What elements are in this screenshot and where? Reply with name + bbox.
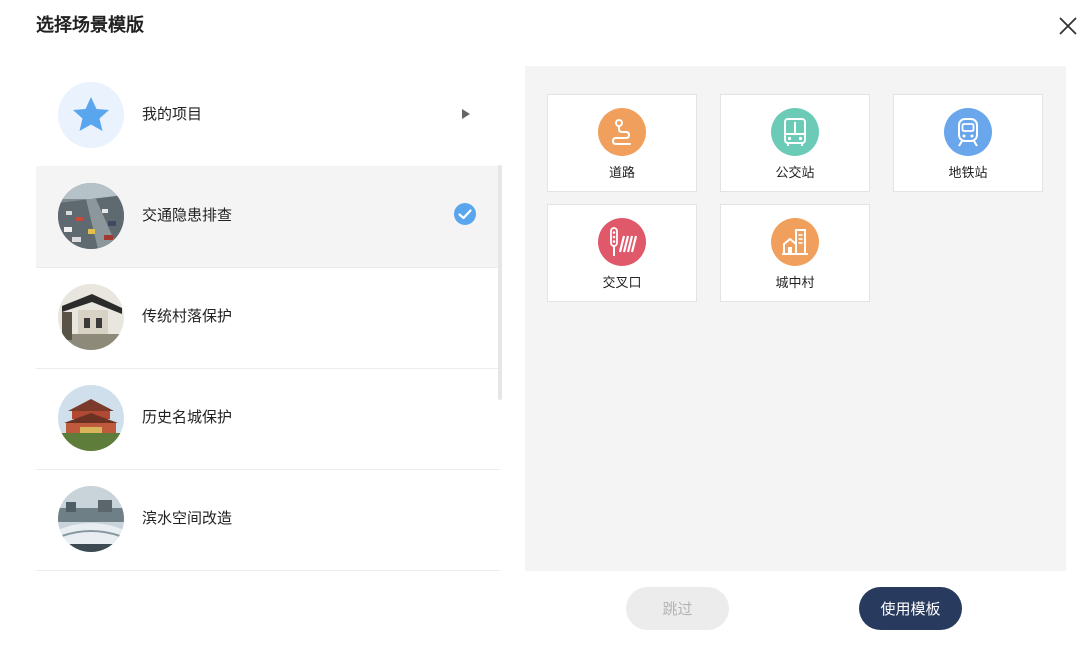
template-card-label: 道路	[608, 166, 635, 181]
village-photo	[58, 284, 124, 350]
scene-item-label: 滨水空间改造	[142, 509, 233, 527]
skip-button[interactable]: 跳过	[626, 587, 729, 630]
scene-item-my-projects[interactable]: 我的项目	[36, 65, 500, 167]
template-card-label: 公交站	[775, 166, 815, 181]
template-card-bus-stop[interactable]: 公交站	[720, 94, 870, 192]
scene-item-traffic[interactable]: 交通隐患排查	[36, 166, 500, 268]
metro-icon	[944, 108, 992, 156]
traffic-photo	[58, 183, 124, 249]
template-panel: 道路 公交站 地铁站 交叉口 城中村	[525, 66, 1066, 571]
template-card-label: 城中村	[775, 276, 815, 291]
scene-item-label: 交通隐患排查	[142, 206, 233, 224]
intersection-icon	[598, 218, 646, 266]
bus-icon	[771, 108, 819, 156]
template-card-intersection[interactable]: 交叉口	[547, 204, 697, 302]
historic-city-photo	[58, 385, 124, 451]
road-icon	[598, 108, 646, 156]
scene-list: 我的项目 交通隐患排查 传统村落保护 历史名城保护 滨水空间改造	[36, 65, 502, 572]
template-card-road[interactable]: 道路	[547, 94, 697, 192]
scene-item-label: 历史名城保护	[142, 408, 233, 426]
scene-item-historic-city[interactable]: 历史名城保护	[36, 368, 500, 470]
waterfront-photo	[58, 486, 124, 552]
star-icon	[58, 82, 124, 148]
close-icon[interactable]	[1056, 14, 1080, 38]
scene-item-village[interactable]: 传统村落保护	[36, 267, 500, 369]
template-card-metro-station[interactable]: 地铁站	[893, 94, 1043, 192]
scene-item-waterfront[interactable]: 滨水空间改造	[36, 469, 500, 571]
scene-item-label: 我的项目	[142, 105, 203, 123]
scene-item-label: 传统村落保护	[142, 307, 233, 325]
check-circle-icon	[454, 203, 476, 225]
template-card-urban-village[interactable]: 城中村	[720, 204, 870, 302]
template-card-label: 交叉口	[602, 276, 642, 291]
template-card-label: 地铁站	[948, 166, 988, 181]
urban-village-icon	[771, 218, 819, 266]
use-template-button[interactable]: 使用模板	[859, 587, 962, 630]
chevron-right-icon	[462, 109, 470, 119]
dialog-title: 选择场景模版	[36, 15, 144, 36]
scrollbar[interactable]	[498, 165, 502, 400]
